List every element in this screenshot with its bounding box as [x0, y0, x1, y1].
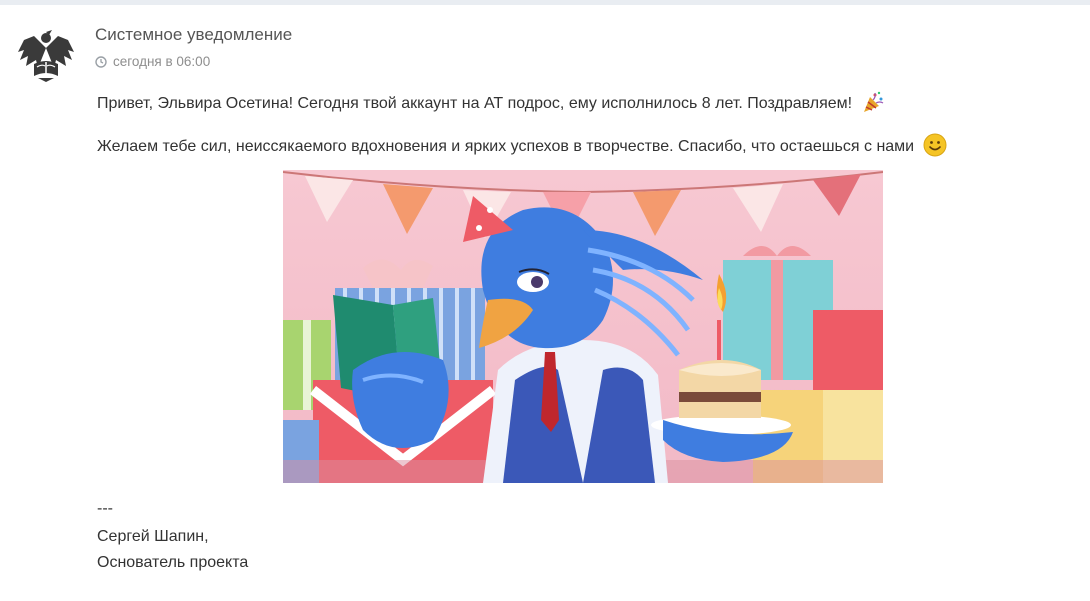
timestamp-text: сегодня в 06:00 — [113, 54, 211, 69]
signature-name: Сергей Шапин, — [97, 528, 209, 545]
message-line-2-text: Желаем тебе сил, неиссякаемого вдохновен… — [97, 138, 915, 155]
message-line-1-text: Привет, Эльвира Осетина! Сегодня твой ак… — [97, 95, 853, 112]
signature-role: Основатель проекта — [97, 554, 249, 571]
clock-icon — [95, 55, 107, 68]
sender-name: Системное уведомление — [95, 25, 293, 44]
timestamp: сегодня в 06:00 — [95, 54, 210, 69]
avatar[interactable] — [16, 26, 76, 82]
top-border — [0, 0, 1090, 5]
signature-separator: --- — [97, 500, 113, 517]
birthday-bird-illustration — [283, 170, 883, 483]
message-line-1: Привет, Эльвира Осетина! Сегодня твой ак… — [97, 91, 885, 115]
phoenix-logo-icon — [18, 30, 74, 82]
birthday-image[interactable] — [283, 170, 883, 483]
smile-icon — [923, 133, 947, 157]
party-popper-icon — [863, 91, 883, 112]
message-line-2: Желаем тебе сил, неиссякаемого вдохновен… — [97, 133, 947, 158]
